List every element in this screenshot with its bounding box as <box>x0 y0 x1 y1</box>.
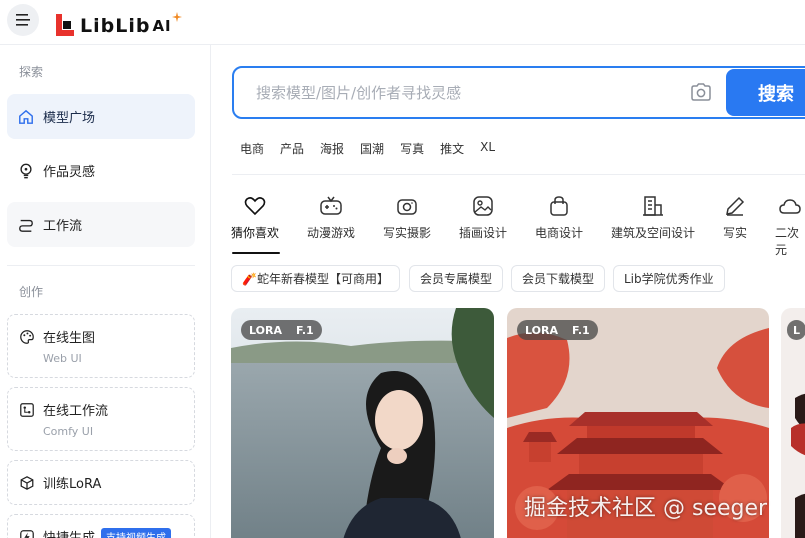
building-icon <box>643 196 663 216</box>
comfy-icon <box>18 401 36 419</box>
logo-mark-icon <box>56 14 74 36</box>
tool-title: 快捷生成 <box>43 527 95 538</box>
search-button[interactable]: 搜索 <box>726 69 805 116</box>
workflow-icon <box>17 216 35 234</box>
category-divider <box>232 174 805 175</box>
tab-realistic[interactable]: 写实 <box>723 194 747 241</box>
hot-word[interactable]: 海报 <box>320 140 344 157</box>
home-icon <box>17 108 35 126</box>
sidebar-item-label: 模型广场 <box>43 111 96 126</box>
tab-label: 猜你喜欢 <box>231 226 280 240</box>
pencil-icon <box>726 196 745 216</box>
tool-card-train-lora[interactable]: 训练LoRA <box>7 460 195 505</box>
gamepad-icon <box>320 196 342 215</box>
tab-anime-games[interactable]: 动漫游戏 <box>307 194 355 241</box>
tab-label: 建筑及空间设计 <box>611 226 696 240</box>
hot-word[interactable]: 产品 <box>280 140 304 157</box>
tool-title: 训练LoRA <box>43 477 102 492</box>
hot-word[interactable]: 写真 <box>400 140 424 157</box>
badge-type: L <box>793 323 801 337</box>
tool-subtitle: Web UI <box>43 352 82 365</box>
tool-card-web-ui[interactable]: 在线生图 Web UI <box>7 314 195 378</box>
cube-icon <box>18 474 36 492</box>
chip-member-exclusive[interactable]: 会员专属模型 <box>409 265 504 292</box>
video-support-tag: 支持视频生成 <box>101 528 172 538</box>
heart-icon <box>244 197 266 216</box>
model-type-badge: L <box>787 320 805 340</box>
menu-button[interactable] <box>7 4 39 36</box>
sidebar-divider <box>7 265 195 266</box>
badge-type: LORA <box>525 323 558 337</box>
chip-member-download[interactable]: 会员下载模型 <box>511 265 606 292</box>
palette-icon <box>18 328 36 346</box>
sidebar-item-workflow[interactable]: 工作流 <box>7 202 195 247</box>
card-image-portrait <box>231 308 494 538</box>
card-image-partial <box>781 308 805 538</box>
badge-version: F.1 <box>295 323 314 337</box>
cloud-icon <box>779 199 801 214</box>
sidebar-item-model-square[interactable]: 模型广场 <box>7 94 195 139</box>
tool-subtitle: Comfy UI <box>43 425 94 438</box>
sidebar-item-label: 工作流 <box>43 219 83 234</box>
hot-word[interactable]: 电商 <box>240 140 264 157</box>
model-type-badge: LORA F.1 <box>517 320 598 340</box>
hot-word[interactable]: XL <box>480 140 495 157</box>
sidebar-item-label: 作品灵感 <box>43 165 96 180</box>
tab-label: 电商设计 <box>535 226 584 240</box>
active-tab-indicator <box>232 252 280 254</box>
tab-realistic-photo[interactable]: 写实摄影 <box>383 194 431 241</box>
liblib-logo[interactable]: LibLib AI <box>54 8 182 38</box>
model-card[interactable]: LORA F.1 <box>231 308 494 538</box>
hot-word[interactable]: 推文 <box>440 140 464 157</box>
camera-icon <box>397 199 417 215</box>
chip-snake-year[interactable]: 🧨蛇年新春模型【可商用】 <box>231 265 400 292</box>
model-card[interactable]: L <box>781 308 805 538</box>
tab-label: 动漫游戏 <box>307 226 356 240</box>
tool-card-comfy-ui[interactable]: 在线工作流 Comfy UI <box>7 387 195 451</box>
hot-search-words: 电商 产品 海报 国潮 写真 推文 XL <box>240 140 511 157</box>
chip-lib-academy[interactable]: Lib学院优秀作业 <box>613 265 725 292</box>
spark-icon <box>171 12 182 22</box>
logo-text: LibLib <box>80 15 151 37</box>
tab-illustration[interactable]: 插画设计 <box>459 194 507 241</box>
hot-word[interactable]: 国潮 <box>360 140 384 157</box>
lightbulb-icon <box>17 162 35 180</box>
tab-label: 插画设计 <box>459 226 508 240</box>
badge-version: F.1 <box>571 323 590 337</box>
image-search-camera-icon[interactable] <box>690 82 712 102</box>
hamburger-icon <box>16 14 30 26</box>
tab-label: 写实 <box>723 226 748 240</box>
tab-architecture[interactable]: 建筑及空间设计 <box>611 194 695 241</box>
tab-guess-you-like[interactable]: 猜你喜欢 <box>231 194 279 241</box>
tool-card-quick-generate[interactable]: 快捷生成 支持视频生成 <box>7 514 195 538</box>
tab-ecommerce[interactable]: 电商设计 <box>535 194 583 241</box>
tool-title: 在线生图 <box>43 331 96 346</box>
create-section-label: 创作 <box>19 285 44 299</box>
bolt-icon <box>18 528 36 538</box>
watermark: 掘金技术社区 @ seeger <box>524 496 768 521</box>
badge-type: LORA <box>249 323 282 337</box>
image-icon <box>473 196 493 216</box>
tab-label: 写实摄影 <box>383 226 432 240</box>
model-type-badge: LORA F.1 <box>241 320 322 340</box>
search-input[interactable] <box>256 82 676 104</box>
tab-2d[interactable]: 二次元 <box>775 194 805 258</box>
sidebar-item-inspiration[interactable]: 作品灵感 <box>7 148 195 193</box>
search-bar <box>232 66 805 119</box>
shopping-bag-icon <box>550 196 568 216</box>
logo-suffix: AI <box>152 17 172 35</box>
tool-title: 在线工作流 <box>43 404 109 419</box>
explore-section-label: 探索 <box>19 65 44 79</box>
tab-label: 二次元 <box>775 226 800 257</box>
